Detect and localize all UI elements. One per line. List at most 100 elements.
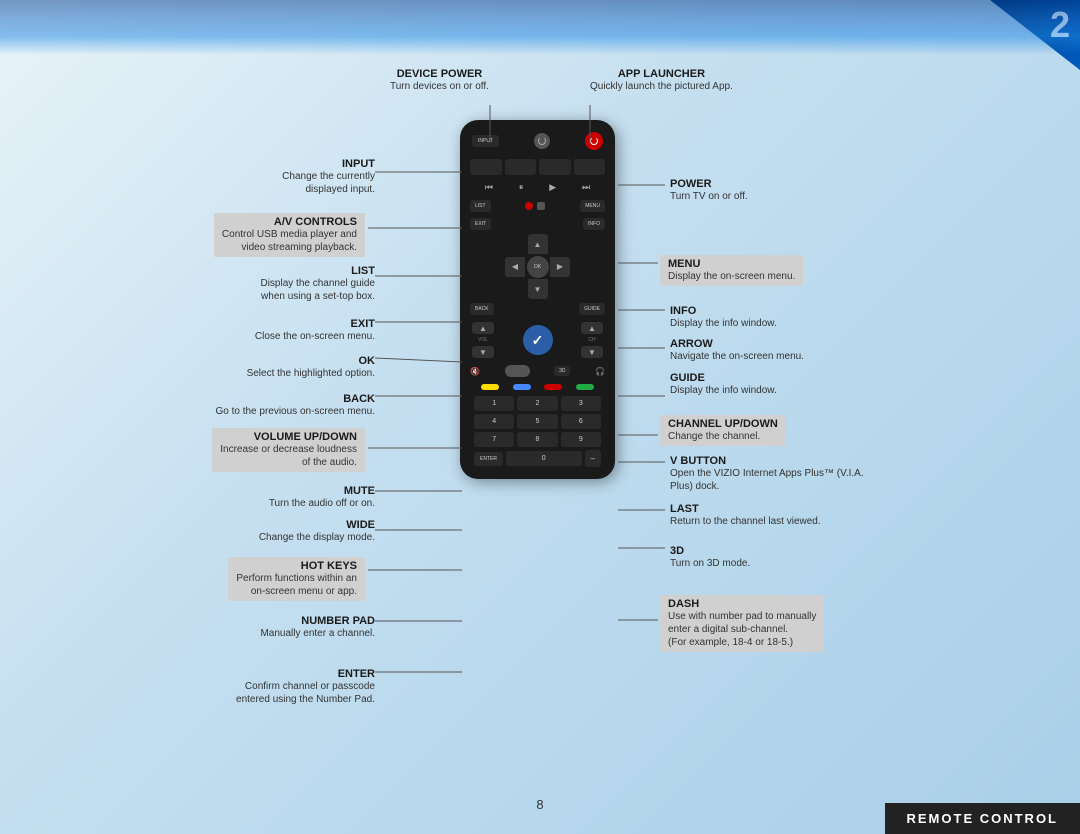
input-annotation: INPUT Change the currentlydisplayed inpu… bbox=[95, 158, 375, 196]
num-7-button[interactable]: 7 bbox=[474, 432, 514, 447]
guide-title: GUIDE bbox=[670, 372, 970, 384]
device-power-button[interactable] bbox=[534, 133, 550, 149]
back-guide-row: BACK GUIDE bbox=[466, 301, 609, 317]
av-controls-title: A/V CONTROLS bbox=[222, 216, 357, 228]
exit-button[interactable]: EXIT bbox=[470, 218, 491, 230]
volume-annotation: VOLUME UP/DOWN Increase or decrease loud… bbox=[65, 428, 365, 472]
dash-desc: Use with number pad to manuallyenter a d… bbox=[668, 610, 816, 649]
dash-button[interactable]: – bbox=[585, 450, 601, 467]
hotkeys-title: HOT KEYS bbox=[236, 560, 357, 572]
dash-title: DASH bbox=[668, 598, 816, 610]
remote-body: INPUT ⏮ ⏸ ▶ ⏭ LIST bbox=[460, 120, 615, 479]
color-keys-row bbox=[466, 382, 609, 392]
last-annotation: LAST Return to the channel last viewed. bbox=[670, 503, 970, 528]
ch-label: CH bbox=[588, 337, 595, 343]
mute-button[interactable]: 🔇 bbox=[470, 367, 480, 376]
headphone-button[interactable]: 🎧 bbox=[595, 367, 605, 376]
vol-up-button[interactable]: ▲ bbox=[472, 322, 494, 334]
dpad-right-button[interactable]: ▶ bbox=[550, 257, 570, 277]
stop-button[interactable] bbox=[537, 202, 545, 210]
ok-desc: Select the highlighted option. bbox=[95, 367, 375, 380]
menu-title: MENU bbox=[668, 258, 795, 270]
exit-info-row: EXIT INFO bbox=[466, 216, 609, 232]
list-button[interactable]: LIST bbox=[470, 200, 491, 212]
btn-3d[interactable]: 3D bbox=[554, 366, 570, 376]
back-button[interactable]: BACK bbox=[470, 303, 494, 315]
num-8-button[interactable]: 8 bbox=[517, 432, 557, 447]
rec-stop-group bbox=[525, 202, 545, 210]
hotkeys-desc: Perform functions within anon-screen men… bbox=[236, 572, 357, 598]
input-button[interactable]: INPUT bbox=[472, 135, 499, 147]
device-power-desc: Turn devices on or off. bbox=[390, 80, 489, 93]
info-annotation: INFO Display the info window. bbox=[670, 305, 970, 330]
3d-annotation: 3D Turn on 3D mode. bbox=[670, 545, 970, 570]
ok-button[interactable]: OK bbox=[527, 256, 549, 278]
numberpad-annotation: NUMBER PAD Manually enter a channel. bbox=[95, 615, 375, 640]
yellow-key[interactable] bbox=[481, 384, 499, 390]
remote-top-row: INPUT bbox=[466, 128, 609, 154]
num-3-button[interactable]: 3 bbox=[561, 396, 601, 411]
play-button[interactable]: ▶ bbox=[549, 182, 556, 193]
dash-annotation: DASH Use with number pad to manuallyente… bbox=[660, 595, 970, 652]
info-title: INFO bbox=[670, 305, 970, 317]
dpad-up-button[interactable]: ▲ bbox=[528, 234, 548, 254]
exit-title: EXIT bbox=[95, 318, 375, 330]
zero-button[interactable]: 0 bbox=[506, 451, 582, 466]
rewind-button[interactable]: ⏮ bbox=[485, 182, 493, 193]
blue-key[interactable] bbox=[513, 384, 531, 390]
exit-desc: Close the on-screen menu. bbox=[95, 330, 375, 343]
volume-col: ▲ VOL ▼ bbox=[472, 322, 494, 358]
numberpad-title: NUMBER PAD bbox=[95, 615, 375, 627]
power-button[interactable] bbox=[585, 132, 603, 150]
num-2-button[interactable]: 2 bbox=[517, 396, 557, 411]
channel-title: CHANNEL UP/DOWN bbox=[668, 418, 778, 430]
num-1-button[interactable]: 1 bbox=[474, 396, 514, 411]
vol-down-button[interactable]: ▼ bbox=[472, 346, 494, 358]
dpad-container: ▲ ▼ ◀ ▶ OK bbox=[466, 234, 609, 299]
dpad-left-button[interactable]: ◀ bbox=[505, 257, 525, 277]
pause-button[interactable]: ⏸ bbox=[519, 182, 524, 193]
enter-button[interactable]: ENTER bbox=[474, 452, 503, 466]
enter-0-row: ENTER 0 – bbox=[466, 450, 609, 467]
num-5-button[interactable]: 5 bbox=[517, 414, 557, 429]
input-desc: Change the currentlydisplayed input. bbox=[95, 170, 375, 196]
channel-col: ▲ CH ▼ bbox=[581, 322, 603, 358]
back-title: BACK bbox=[95, 393, 375, 405]
info-button[interactable]: INFO bbox=[583, 218, 605, 230]
app-button-1[interactable] bbox=[470, 159, 502, 175]
remote-control: INPUT ⏮ ⏸ ▶ ⏭ LIST bbox=[460, 120, 615, 479]
menu-button[interactable]: MENU bbox=[580, 200, 605, 212]
green-key[interactable] bbox=[576, 384, 594, 390]
wide-desc: Change the display mode. bbox=[95, 531, 375, 544]
ch-down-button[interactable]: ▼ bbox=[581, 346, 603, 358]
mute-desc: Turn the audio off or on. bbox=[95, 497, 375, 510]
app-button-4[interactable] bbox=[574, 159, 606, 175]
av-controls-desc: Control USB media player andvideo stream… bbox=[222, 228, 357, 254]
app-button-3[interactable] bbox=[539, 159, 571, 175]
fast-forward-button[interactable]: ⏭ bbox=[582, 182, 590, 193]
dpad-down-button[interactable]: ▼ bbox=[528, 279, 548, 299]
numpad-grid: 1 2 3 4 5 6 7 8 9 bbox=[466, 396, 609, 447]
list-annotation: LIST Display the channel guidewhen using… bbox=[95, 265, 375, 303]
menu-annotation: MENU Display the on-screen menu. bbox=[660, 255, 970, 286]
input-title: INPUT bbox=[95, 158, 375, 170]
num-9-button[interactable]: 9 bbox=[561, 432, 601, 447]
vol-ch-row: ▲ VOL ▼ ✓ ▲ CH ▼ bbox=[466, 320, 609, 360]
top-bar-decoration bbox=[0, 0, 1080, 55]
v-button[interactable]: ✓ bbox=[523, 325, 553, 355]
vbutton-title: V BUTTON bbox=[670, 455, 970, 467]
guide-button[interactable]: GUIDE bbox=[579, 303, 605, 315]
record-button[interactable] bbox=[525, 202, 533, 210]
num-6-button[interactable]: 6 bbox=[561, 414, 601, 429]
back-annotation: BACK Go to the previous on-screen menu. bbox=[95, 393, 375, 418]
app-buttons-row bbox=[466, 157, 609, 177]
guide-desc: Display the info window. bbox=[670, 384, 970, 397]
3d-desc: Turn on 3D mode. bbox=[670, 557, 970, 570]
ch-up-button[interactable]: ▲ bbox=[581, 322, 603, 334]
wide-title: WIDE bbox=[95, 519, 375, 531]
red-key[interactable] bbox=[544, 384, 562, 390]
power-desc: Turn TV on or off. bbox=[670, 190, 970, 203]
arrow-title: ARROW bbox=[670, 338, 970, 350]
app-button-2[interactable] bbox=[505, 159, 537, 175]
num-4-button[interactable]: 4 bbox=[474, 414, 514, 429]
